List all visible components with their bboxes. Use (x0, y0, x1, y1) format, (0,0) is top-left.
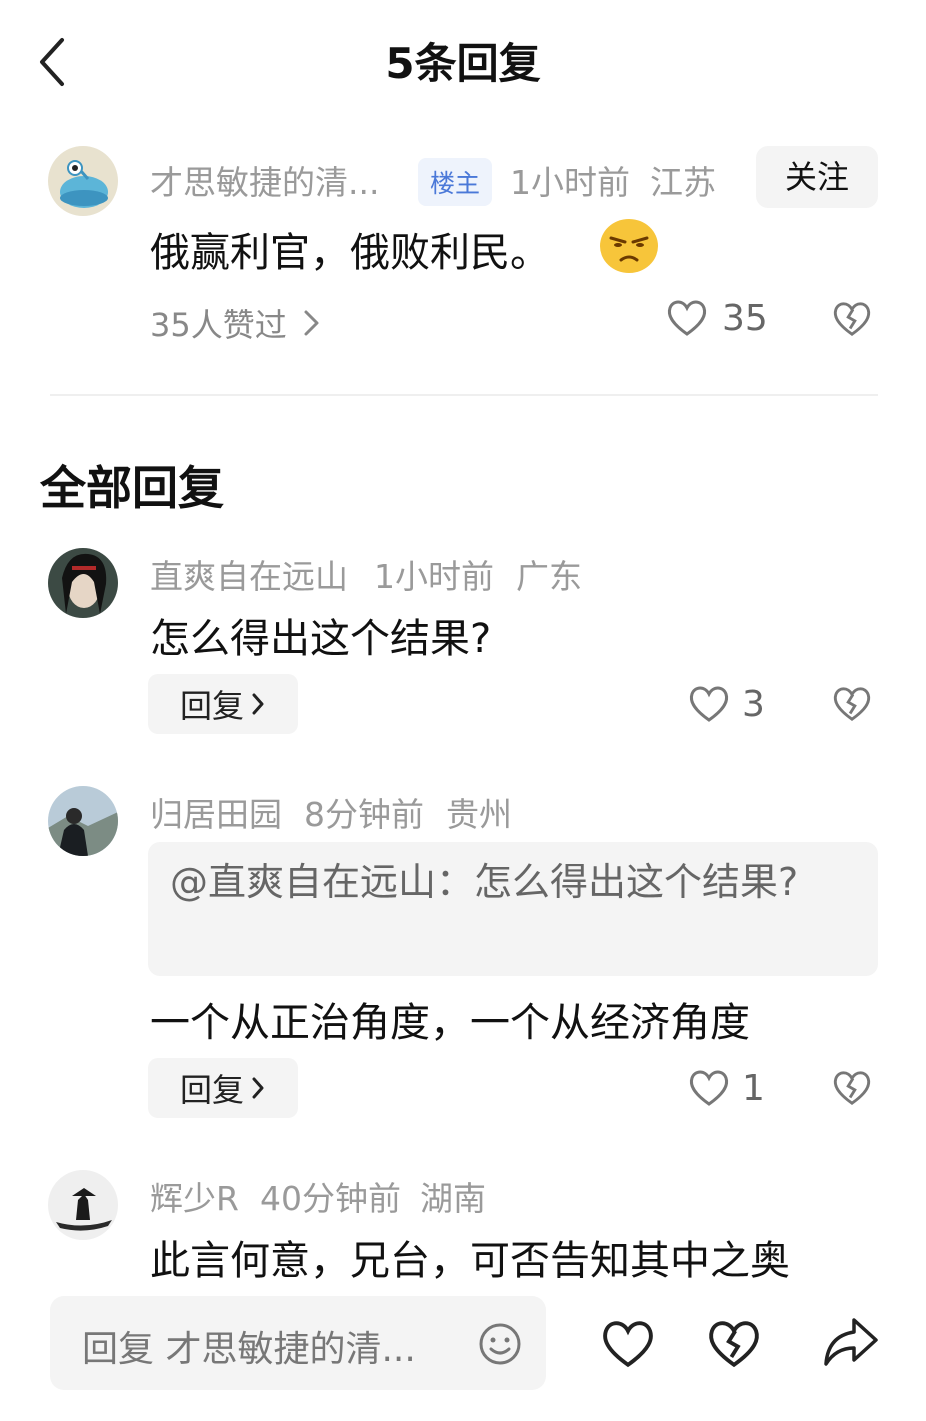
timestamp: 1小时前 (374, 557, 494, 596)
location: 江苏 (650, 163, 716, 202)
timestamp: 8分钟前 (304, 795, 424, 834)
like-button[interactable] (666, 298, 708, 342)
page-title: 5条回复 (385, 39, 541, 88)
chevron-right-icon (252, 1077, 264, 1099)
dislike-button[interactable] (832, 685, 872, 727)
heart-icon (689, 1070, 729, 1106)
like-count: 3 (742, 684, 765, 725)
chevron-right-icon (252, 693, 264, 715)
username[interactable]: 才思敏捷的清... (150, 156, 379, 204)
timestamp: 40分钟前 (260, 1179, 401, 1218)
heart-icon (689, 686, 729, 722)
heart-icon (667, 300, 707, 336)
section-title: 全部回复 (40, 461, 224, 515)
owner-badge: 楼主 (418, 158, 493, 206)
dislike-button[interactable] (832, 1069, 872, 1111)
avatar[interactable] (48, 1170, 118, 1240)
location: 广东 (516, 557, 582, 596)
reply-button[interactable]: 回复 (148, 674, 298, 734)
follow-button[interactable]: 关注 (756, 146, 878, 208)
like-button[interactable] (688, 684, 730, 728)
quoted-text: @直爽自在远山：怎么得出这个结果? (170, 860, 799, 904)
avatar[interactable] (48, 548, 118, 618)
quoted-comment: @直爽自在远山：怎么得出这个结果? (148, 842, 878, 976)
broken-heart-icon (833, 687, 871, 721)
broken-heart-icon (833, 302, 871, 336)
timestamp: 1小时前 (510, 163, 630, 202)
chevron-right-icon (304, 310, 319, 336)
like-icon[interactable] (600, 1318, 656, 1374)
annoyed-face-emoji-icon (599, 218, 659, 278)
likers-text: 35人赞过 (150, 306, 287, 344)
comment-text: 一个从正治角度，一个从经济角度 (150, 1000, 750, 1046)
likers-link[interactable]: 35人赞过 (150, 300, 321, 346)
username[interactable]: 辉少R (150, 1172, 239, 1220)
location: 贵州 (446, 795, 512, 834)
comment-text: 怎么得出这个结果? (150, 616, 492, 662)
comment-text: 此言何意，兄台，可否告知其中之奥 (150, 1238, 790, 1284)
username[interactable]: 归居田园 (150, 788, 282, 836)
reply-label: 回复 (179, 1071, 244, 1109)
dislike-icon[interactable] (706, 1318, 762, 1374)
username[interactable]: 直爽自在远山 (150, 550, 348, 598)
comment-text: 俄赢利官，俄败利民。 (150, 230, 550, 276)
avatar[interactable] (48, 786, 118, 856)
dislike-button[interactable] (832, 300, 872, 342)
like-count: 1 (742, 1068, 765, 1109)
reply-button[interactable]: 回复 (148, 1058, 298, 1118)
avatar[interactable] (48, 146, 118, 216)
like-button[interactable] (688, 1068, 730, 1112)
reply-input-placeholder: 回复 才思敏捷的清... (82, 1329, 416, 1370)
emoji-icon[interactable] (478, 1322, 522, 1366)
share-icon[interactable] (820, 1314, 880, 1374)
reply-label: 回复 (179, 687, 244, 725)
broken-heart-icon (833, 1071, 871, 1105)
reply-input[interactable]: 回复 才思敏捷的清... (50, 1296, 546, 1390)
divider (50, 394, 878, 396)
location: 湖南 (420, 1179, 486, 1218)
like-count: 35 (722, 298, 768, 339)
